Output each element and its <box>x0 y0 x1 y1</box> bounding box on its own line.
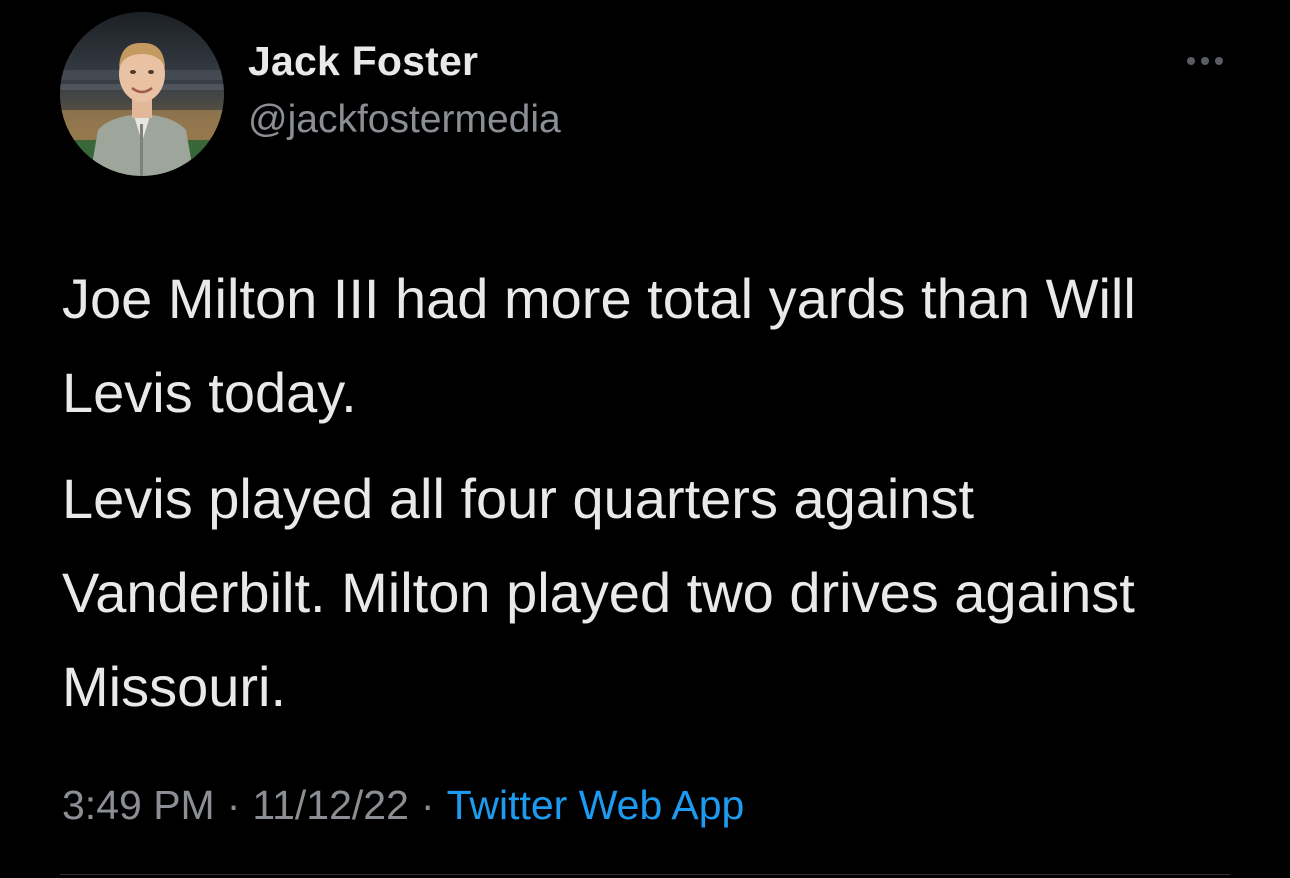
more-options-button[interactable] <box>1176 48 1234 74</box>
user-handle[interactable]: @jackfostermedia <box>248 98 561 142</box>
tweet-card: Jack Foster @jackfostermedia Joe Milton … <box>0 0 1290 878</box>
divider <box>60 874 1230 875</box>
tweet-date[interactable]: 11/12/22 <box>252 782 409 828</box>
tweet-paragraph: Levis played all four quarters against V… <box>62 467 1135 718</box>
meta-separator: · <box>226 782 241 828</box>
tweet-time[interactable]: 3:49 PM <box>62 782 215 828</box>
more-options-icon <box>1187 57 1195 65</box>
avatar-photo <box>60 12 224 176</box>
more-options-icon-dot <box>1215 57 1223 65</box>
display-name[interactable]: Jack Foster <box>248 38 478 85</box>
avatar[interactable] <box>60 12 224 176</box>
more-options-icon-dot <box>1201 57 1209 65</box>
meta-separator: · <box>420 782 435 828</box>
tweet-source-link[interactable]: Twitter Web App <box>447 782 745 828</box>
tweet-metadata: 3:49 PM · 11/12/22 · Twitter Web App <box>62 782 744 829</box>
tweet-paragraph: Joe Milton III had more total yards than… <box>62 267 1136 424</box>
tweet-text: Joe Milton III had more total yards than… <box>62 252 1242 734</box>
